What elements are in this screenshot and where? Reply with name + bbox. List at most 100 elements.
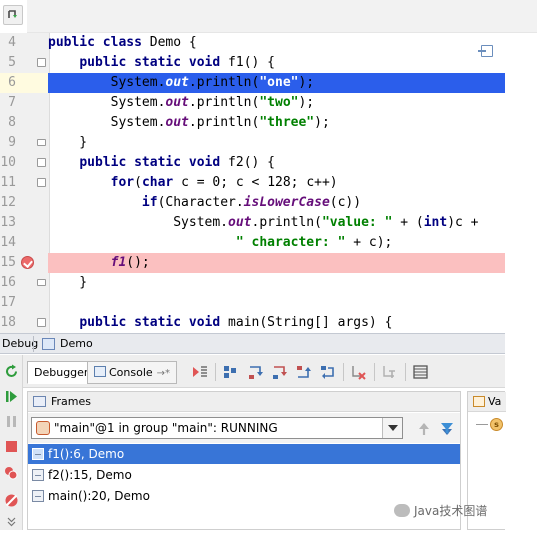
code-token: .println( [251, 215, 322, 230]
run-config-tab[interactable]: Demo [60, 337, 93, 350]
navigate-icon[interactable] [478, 45, 493, 57]
step-out-icon[interactable] [295, 364, 312, 380]
code-token: static [134, 315, 189, 330]
code-token: out [228, 215, 252, 230]
mute-breakpoints-icon[interactable] [3, 492, 20, 509]
code-line[interactable]: 4 public class Demo { [0, 33, 505, 53]
frame-label: main():20, Demo [48, 489, 150, 503]
code-token: void [188, 315, 229, 330]
code-token: "one" [259, 75, 299, 90]
pause-icon[interactable] [3, 413, 20, 430]
previous-frame-icon[interactable] [416, 421, 432, 437]
stop-icon[interactable] [3, 438, 20, 455]
code-token: } [48, 135, 88, 150]
line-number: 18 [0, 315, 16, 330]
watermark-text: Java技术图谱 [414, 504, 488, 518]
tab-debugger[interactable]: Debugger [27, 361, 96, 384]
code-text: System.out.println("three"); [48, 114, 330, 132]
more-icon[interactable] [3, 515, 20, 527]
step-over-icon[interactable] [222, 364, 239, 380]
code-token: ( [134, 175, 142, 190]
code-line[interactable]: 18 public static void main(String[] args… [0, 313, 505, 333]
frame-label: f1():6, Demo [48, 447, 125, 461]
code-line[interactable]: 14 " character: " + c); [0, 233, 505, 253]
code-line[interactable]: 17 [0, 293, 505, 313]
code-line[interactable]: 11 for(char c = 0; c < 128; c++) [0, 173, 505, 193]
code-token: + ( [392, 215, 424, 230]
line-number: 14 [0, 235, 16, 250]
run-to-cursor-icon[interactable] [350, 364, 367, 380]
code-line[interactable]: 16 } [0, 273, 505, 293]
code-text: } [48, 274, 87, 292]
show-execution-point-icon[interactable] [191, 364, 208, 380]
code-token: ; c++) [290, 175, 338, 190]
code-token: ); [298, 95, 315, 110]
filter-icon[interactable] [439, 420, 455, 436]
frame-row[interactable]: f2():15, Demo [28, 465, 460, 485]
code-line[interactable]: 6 System.out.println("one"); [0, 73, 505, 93]
view-breakpoints-icon[interactable] [3, 465, 20, 482]
code-text: public static void f2() { [48, 154, 275, 172]
chevron-down-icon[interactable] [382, 418, 402, 438]
frame-row[interactable]: f1():6, Demo [28, 444, 460, 464]
layout-settings-icon[interactable] [412, 364, 429, 380]
code-line[interactable]: 12 if(Character.isLowerCase(c)) [0, 193, 505, 213]
evaluate-expression-icon[interactable] [381, 364, 398, 380]
code-line[interactable]: 15 f1(); [0, 253, 505, 273]
code-line[interactable]: 13 System.out.println("value: " + (int)c… [0, 213, 505, 233]
code-token: System. [48, 75, 166, 90]
code-line[interactable]: 9 } [0, 133, 505, 153]
resume-icon[interactable] [3, 388, 20, 405]
code-token: .println( [188, 95, 260, 110]
line-number: 15 [0, 255, 16, 270]
code-text: public static void f1() { [48, 54, 275, 72]
code-line[interactable]: 8 System.out.println("three"); [0, 113, 505, 133]
line-number: 13 [0, 215, 16, 230]
frame-label: f2():15, Demo [48, 468, 132, 482]
step-into-icon[interactable] [247, 364, 264, 380]
code-line[interactable]: 10 public static void f2() { [0, 153, 505, 173]
console-icon [94, 366, 106, 377]
method-frame-icon [32, 490, 44, 502]
fold-marker-icon[interactable] [37, 318, 46, 327]
frames-icon [33, 396, 46, 407]
code-token: public [79, 315, 135, 330]
tab-console[interactable]: Console →* [87, 361, 178, 384]
code-token: f2() { [228, 155, 276, 170]
line-number: 9 [8, 135, 16, 150]
breakpoint-icon[interactable] [21, 256, 34, 269]
line-number: 12 [0, 195, 16, 210]
thread-selector-row: "main"@1 in group "main": RUNNING [28, 413, 460, 443]
rerun-icon[interactable] [3, 363, 20, 380]
fold-marker-icon[interactable] [37, 279, 46, 286]
force-step-into-icon[interactable] [271, 364, 288, 380]
code-token: int [423, 215, 448, 230]
fold-marker-icon[interactable] [37, 178, 46, 187]
variables-icon [473, 396, 485, 407]
code-line[interactable]: 5 public static void f1() { [0, 53, 505, 73]
fold-marker-icon[interactable] [37, 158, 46, 167]
fold-marker-icon[interactable] [37, 58, 46, 67]
line-number: 16 [0, 275, 16, 290]
code-editor[interactable]: 4 public class Demo {5 public static void… [0, 33, 505, 333]
thread-dropdown[interactable]: "main"@1 in group "main": RUNNING [31, 417, 403, 439]
code-line[interactable]: 7 System.out.println("two"); [0, 93, 505, 113]
code-text: System.out.println("one"); [48, 74, 315, 92]
drop-frame-icon[interactable] [319, 364, 336, 380]
code-token: public [79, 55, 135, 70]
code-token: System. [48, 215, 229, 230]
code-token: )c + [447, 215, 479, 230]
code-token: System. [48, 115, 166, 130]
code-token: f1() { [228, 55, 276, 70]
line-number: 5 [8, 55, 16, 70]
run-config-button[interactable] [3, 5, 23, 25]
code-token: for [110, 175, 135, 190]
code-token: "two" [259, 95, 299, 110]
code-token: + c); [345, 235, 393, 250]
fold-marker-icon[interactable] [37, 139, 46, 146]
tree-line [476, 424, 488, 425]
code-token: (Character. [157, 195, 244, 210]
wechat-icon [394, 504, 410, 517]
